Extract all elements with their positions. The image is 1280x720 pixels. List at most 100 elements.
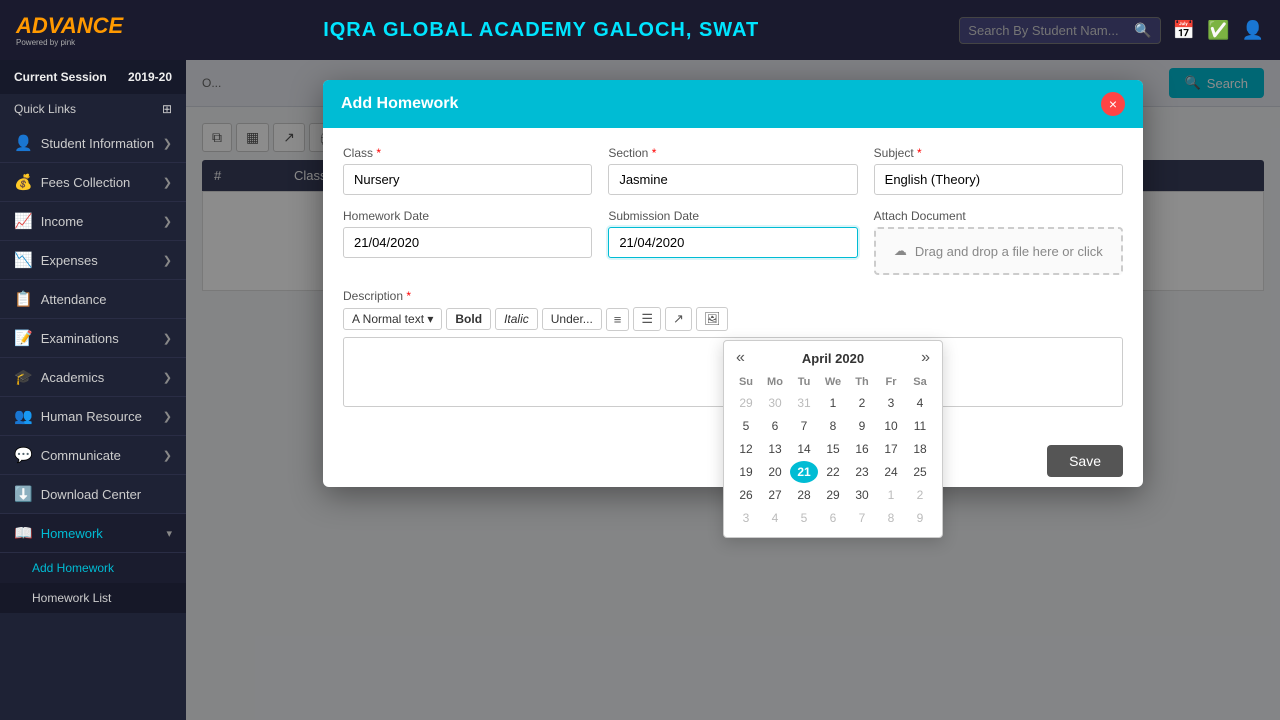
cal-day[interactable]: 26 (732, 484, 760, 506)
cal-day[interactable]: 15 (819, 438, 847, 460)
cal-day[interactable]: 28 (790, 484, 818, 506)
sidebar-item-fees-collection[interactable]: 💰 Fees Collection ❯ (0, 163, 186, 202)
sidebar-item-communicate[interactable]: 💬 Communicate ❯ (0, 436, 186, 475)
cal-day[interactable]: 23 (848, 461, 876, 483)
cal-day[interactable]: 29 (732, 392, 760, 414)
modal-close-button[interactable]: × (1101, 92, 1125, 116)
chevron-icon-2: ❯ (163, 176, 172, 189)
text-format-btn[interactable]: A Normal text ▾ (343, 308, 442, 330)
class-label: Class * (343, 146, 592, 160)
cal-day[interactable]: 2 (906, 484, 934, 506)
cal-day[interactable]: 7 (790, 415, 818, 437)
link-btn[interactable]: ↗ (665, 307, 692, 331)
drag-drop-area[interactable]: ☁ Drag and drop a file here or click (874, 227, 1123, 275)
cal-day[interactable]: 12 (732, 438, 760, 460)
cal-day[interactable]: 13 (761, 438, 789, 460)
sidebar-item-expenses[interactable]: 📉 Expenses ❯ (0, 241, 186, 280)
modal-overlay[interactable]: Add Homework × Class * (186, 60, 1280, 720)
cal-day[interactable]: 9 (906, 507, 934, 529)
search-box[interactable]: 🔍 (959, 17, 1160, 44)
sidebar-label-expenses: Expenses (41, 253, 98, 268)
subject-select[interactable]: English (Theory) (874, 164, 1123, 195)
align-left-btn[interactable]: ≡ (606, 308, 630, 331)
cal-day[interactable]: 5 (732, 415, 760, 437)
expenses-icon: 📉 (14, 251, 33, 269)
cal-day[interactable]: 6 (761, 415, 789, 437)
italic-btn[interactable]: Italic (495, 308, 538, 330)
cal-day[interactable]: 3 (877, 392, 905, 414)
save-button[interactable]: Save (1047, 445, 1123, 477)
align-center-btn[interactable]: ☰ (633, 307, 661, 331)
sidebar-item-homework[interactable]: 📖 Homework ▾ (0, 514, 186, 553)
chevron-icon-6: ❯ (163, 371, 172, 384)
cal-day[interactable]: 6 (819, 507, 847, 529)
cal-day[interactable]: 4 (906, 392, 934, 414)
cal-day[interactable]: 11 (906, 415, 934, 437)
cloud-icon: ☁ (894, 243, 907, 259)
class-select[interactable]: Nursery (343, 164, 592, 195)
underline-btn[interactable]: Under... (542, 308, 602, 330)
form-row-1: Class * Nursery Section (343, 146, 1123, 195)
sidebar-subitem-add-homework[interactable]: Add Homework (0, 553, 186, 583)
cal-day[interactable]: 20 (761, 461, 789, 483)
cal-day[interactable]: 5 (790, 507, 818, 529)
logo: ADVANCE Powered by pink (16, 13, 123, 47)
subject-label: Subject * (874, 146, 1123, 160)
cal-day[interactable]: 1 (877, 484, 905, 506)
cal-day[interactable]: 14 (790, 438, 818, 460)
cal-day[interactable]: 22 (819, 461, 847, 483)
attach-label: Attach Document (874, 209, 1123, 223)
cal-grid: Su Mo Tu We Th Fr Sa 29 30 31 1 2 3 (732, 373, 934, 529)
cal-day[interactable]: 18 (906, 438, 934, 460)
cal-day[interactable]: 4 (761, 507, 789, 529)
cal-day[interactable]: 30 (848, 484, 876, 506)
topbar-right: 🔍 📅 ✅ 👤 (959, 17, 1264, 44)
cal-day[interactable]: 19 (732, 461, 760, 483)
cal-day[interactable]: 25 (906, 461, 934, 483)
user-icon[interactable]: 👤 (1242, 20, 1264, 41)
cal-day[interactable]: 1 (819, 392, 847, 414)
search-input[interactable] (968, 23, 1128, 38)
calendar-icon[interactable]: 📅 (1173, 20, 1195, 41)
sidebar-item-academics[interactable]: 🎓 Academics ❯ (0, 358, 186, 397)
sidebar-item-examinations[interactable]: 📝 Examinations ❯ (0, 319, 186, 358)
sidebar-item-income[interactable]: 📈 Income ❯ (0, 202, 186, 241)
cal-day[interactable]: 8 (819, 415, 847, 437)
homework-date-label: Homework Date (343, 209, 592, 223)
cal-day[interactable]: 30 (761, 392, 789, 414)
sidebar-item-human-resource[interactable]: 👥 Human Resource ❯ (0, 397, 186, 436)
cal-day[interactable]: 2 (848, 392, 876, 414)
cal-day[interactable]: 9 (848, 415, 876, 437)
quick-links-label: Quick Links (14, 102, 76, 116)
cal-day[interactable]: 29 (819, 484, 847, 506)
image-insert-btn[interactable]: 🖼 (696, 307, 729, 331)
logo-text: ADVANCE (16, 13, 123, 39)
section-select[interactable]: Jasmine (608, 164, 857, 195)
communicate-icon: 💬 (14, 446, 33, 464)
cal-day[interactable]: 16 (848, 438, 876, 460)
bold-btn[interactable]: Bold (446, 308, 491, 330)
cal-day-today[interactable]: 21 (790, 461, 818, 483)
quick-links[interactable]: Quick Links ⊞ (0, 94, 186, 124)
check-icon[interactable]: ✅ (1207, 20, 1229, 41)
cal-next-btn[interactable]: » (917, 349, 934, 367)
cal-day[interactable]: 17 (877, 438, 905, 460)
cal-day[interactable]: 8 (877, 507, 905, 529)
day-header-th: Th (848, 373, 876, 391)
cal-day[interactable]: 27 (761, 484, 789, 506)
cal-day[interactable]: 7 (848, 507, 876, 529)
homework-icon: 📖 (14, 524, 33, 542)
sidebar-item-attendance[interactable]: 📋 Attendance (0, 280, 186, 319)
cal-day[interactable]: 3 (732, 507, 760, 529)
sidebar-item-download-center[interactable]: ⬇️ Download Center (0, 475, 186, 514)
homework-date-input[interactable] (343, 227, 592, 258)
submission-date-input[interactable] (608, 227, 857, 258)
sidebar-item-student-information[interactable]: 👤 Student Information ❯ (0, 124, 186, 163)
cal-day[interactable]: 31 (790, 392, 818, 414)
submission-date-label: Submission Date (608, 209, 857, 223)
cal-day[interactable]: 10 (877, 415, 905, 437)
cal-day[interactable]: 24 (877, 461, 905, 483)
sidebar-subitem-homework-list[interactable]: Homework List (0, 583, 186, 613)
cal-prev-btn[interactable]: « (732, 349, 749, 367)
search-icon[interactable]: 🔍 (1134, 22, 1151, 39)
